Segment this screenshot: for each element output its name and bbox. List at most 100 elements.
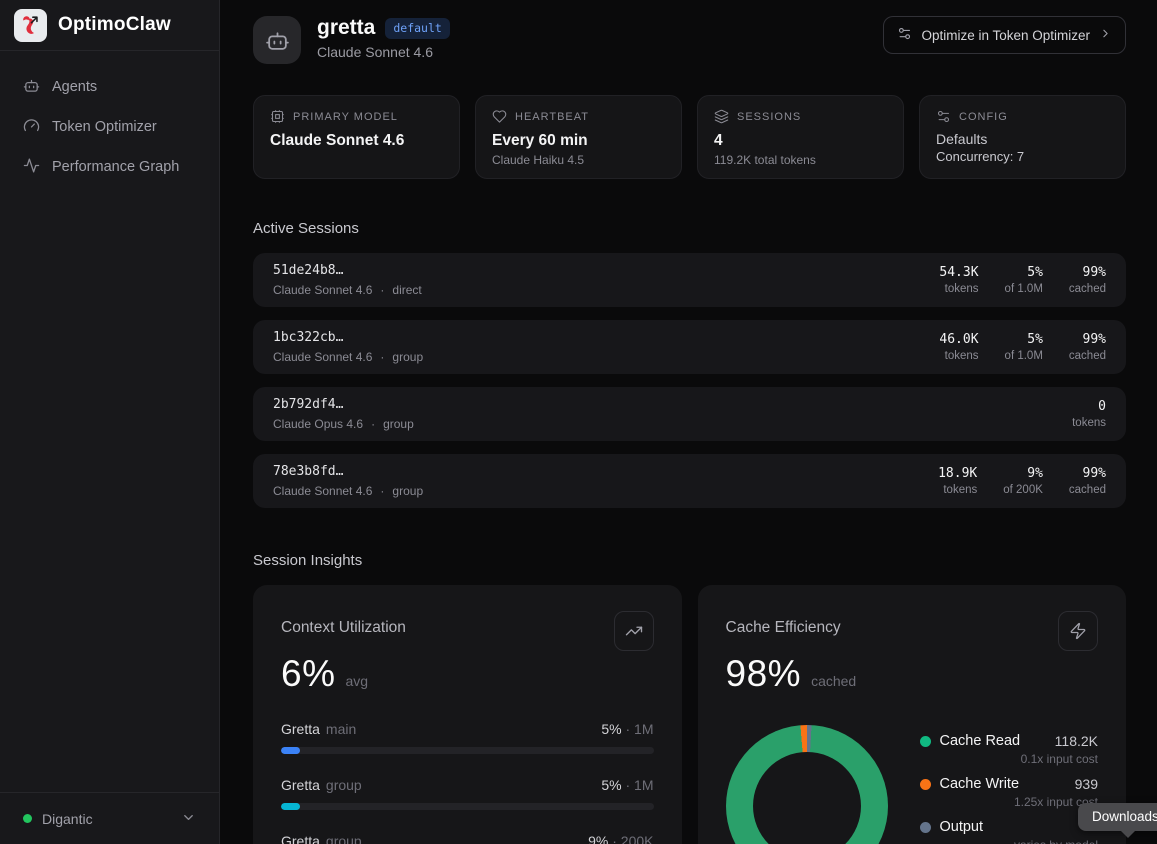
brand-name: OptimoClaw (58, 14, 171, 36)
sidebar-item-performance-graph[interactable]: Performance Graph (0, 147, 219, 187)
session-context-pct: 9% (1003, 466, 1043, 481)
utilization-row: Grettagroup 9% · 200K (281, 833, 654, 844)
session-stat-label: cached (1069, 350, 1106, 362)
session-context-pct: 5% (1005, 265, 1043, 280)
cache-donut-chart (726, 725, 888, 844)
session-stat-label: tokens (938, 484, 977, 496)
legend-value: 939 (1075, 776, 1098, 792)
stat-card-sub: Claude Haiku 4.5 (492, 153, 665, 167)
legend-dot (920, 736, 931, 747)
separator-dot: · (380, 283, 384, 297)
util-bar-fill (281, 747, 300, 754)
separator-dot: · (612, 833, 617, 844)
util-bar-fill (281, 803, 300, 810)
stat-card-value: Defaults (936, 131, 1109, 147)
legend-dot (920, 779, 931, 790)
optimize-button-label: Optimize in Token Optimizer (921, 28, 1090, 43)
stat-card-label: CONFIG (959, 111, 1008, 123)
context-avg-value: 6% (281, 653, 335, 695)
session-model: Claude Opus 4.6 (273, 417, 363, 431)
separator-dot: · (380, 350, 384, 364)
main-content: gretta default Claude Sonnet 4.6 Optimiz… (220, 0, 1157, 844)
session-stat-label: of 1.0M (1005, 283, 1043, 295)
workspace-switcher[interactable]: Digantic (0, 792, 219, 844)
session-model: Claude Sonnet 4.6 (273, 350, 372, 364)
sidebar-item-label: Performance Graph (52, 159, 179, 175)
active-sessions-heading: Active Sessions (253, 220, 1126, 237)
cpu-icon (270, 109, 285, 124)
downloads-tooltip[interactable]: Downloads (1078, 803, 1157, 831)
session-type: group (383, 417, 414, 431)
context-utilization-card: Context Utilization 6% avg Grettamain 5%… (253, 585, 682, 844)
zap-button[interactable] (1058, 611, 1098, 651)
stat-card-value: Claude Sonnet 4.6 (270, 132, 443, 150)
stat-card-value: Every 60 min (492, 132, 665, 150)
utilization-rows: Grettamain 5% · 1M Gretta group 5% · 1M G… (281, 721, 654, 844)
logo-row[interactable]: OptimoClaw (0, 0, 219, 51)
session-stat-label: of 1.0M (1005, 350, 1043, 362)
legend-label: Output (940, 819, 984, 835)
session-id: 2b792df4… (273, 397, 414, 412)
util-limit: 1M (634, 777, 653, 793)
legend-sub: varies by model (920, 838, 1099, 844)
session-stat-label: cached (1069, 484, 1106, 496)
session-stat-label: of 200K (1003, 484, 1043, 496)
optimize-button[interactable]: Optimize in Token Optimizer (883, 16, 1126, 54)
sidebar-item-token-optimizer[interactable]: Token Optimizer (0, 107, 219, 147)
sidebar-item-agents[interactable]: Agents (0, 67, 219, 107)
session-row[interactable]: 51de24b8… Claude Sonnet 4.6 · direct 54.… (253, 253, 1126, 307)
gauge-icon (23, 117, 40, 138)
session-row[interactable]: 1bc322cb… Claude Sonnet 4.6 · group 46.0… (253, 320, 1126, 374)
stat-card-sub: 119.2K total tokens (714, 153, 887, 167)
session-tokens: 0 (1072, 399, 1106, 414)
session-id: 51de24b8… (273, 263, 422, 278)
activity-icon (23, 157, 40, 178)
stat-card-sub: Concurrency: 7 (936, 149, 1109, 164)
legend-label: Cache Read (940, 733, 1021, 749)
session-context-pct: 5% (1005, 332, 1043, 347)
stat-card-label: HEARTBEAT (515, 111, 589, 123)
session-stat-label: tokens (939, 350, 978, 362)
cache-pct-suffix: cached (811, 673, 856, 689)
cache-pct-value: 98% (726, 653, 802, 695)
stat-cards: PRIMARY MODEL Claude Sonnet 4.6 HEARTBEA… (253, 95, 1126, 179)
legend-sub: 1.25x input cost (920, 795, 1099, 809)
session-model: Claude Sonnet 4.6 (273, 283, 372, 297)
sidebar: OptimoClaw Agents Token Optimizer Perfor… (0, 0, 220, 844)
session-stat-label: tokens (1072, 417, 1106, 429)
util-pct: 5% (601, 777, 621, 793)
session-tokens: 46.0K (939, 332, 978, 347)
session-cached-pct: 99% (1069, 466, 1106, 481)
claw-logo-icon (14, 9, 47, 42)
utilization-row: Grettamain 5% · 1M (281, 721, 654, 754)
page-title: gretta (317, 16, 375, 40)
stat-card-value: 4 (714, 132, 887, 150)
legend-label: Cache Write (940, 776, 1020, 792)
legend-row-output: Output varies by model (920, 819, 1099, 844)
sidebar-nav: Agents Token Optimizer Performance Graph (0, 51, 219, 203)
heart-icon (492, 109, 507, 124)
legend-sub: 0.1x input cost (920, 752, 1099, 766)
session-id: 78e3b8fd… (273, 464, 423, 479)
util-bar-track (281, 747, 654, 754)
agent-avatar (253, 16, 301, 64)
util-tag: group (326, 833, 362, 844)
session-row[interactable]: 78e3b8fd… Claude Sonnet 4.6 · group 18.9… (253, 454, 1126, 508)
trending-up-button[interactable] (614, 611, 654, 651)
stat-card-primary-model: PRIMARY MODEL Claude Sonnet 4.6 (253, 95, 460, 179)
separator-dot: · (625, 777, 630, 793)
util-name: Gretta (281, 777, 320, 793)
chevron-right-icon (1099, 27, 1112, 43)
util-tag: group (326, 777, 362, 793)
stat-card-config: CONFIG Defaults Concurrency: 7 (919, 95, 1126, 179)
insights-grid: Context Utilization 6% avg Grettamain 5%… (253, 585, 1126, 844)
sliders-icon (936, 109, 951, 124)
session-insights-heading: Session Insights (253, 552, 1126, 569)
bot-icon (23, 77, 40, 98)
legend-row-cache-read: Cache Read 118.2K 0.1x input cost (920, 733, 1099, 766)
session-row[interactable]: 2b792df4… Claude Opus 4.6 · group 0token… (253, 387, 1126, 441)
session-stat-label: tokens (939, 283, 978, 295)
session-stat-label: cached (1069, 283, 1106, 295)
context-avg-suffix: avg (345, 673, 368, 689)
session-type: group (392, 484, 423, 498)
